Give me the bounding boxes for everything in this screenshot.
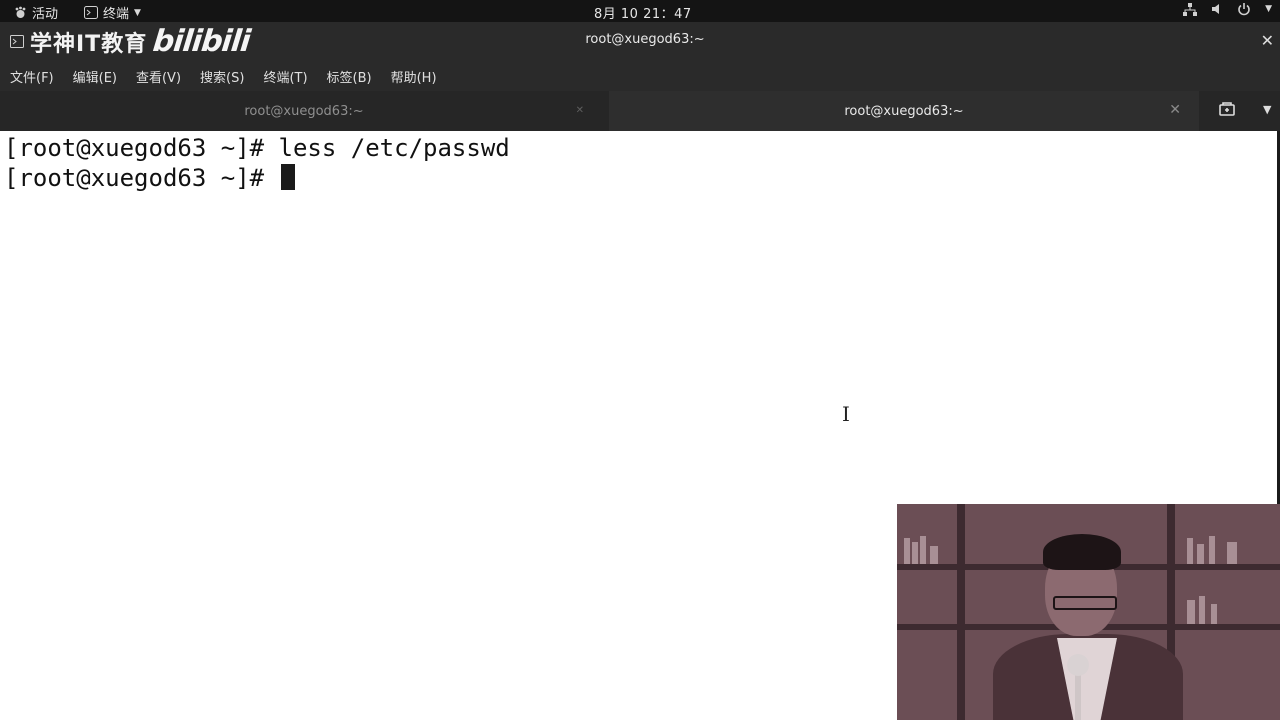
webcam-overlay bbox=[897, 504, 1280, 720]
system-tray[interactable]: ▼ bbox=[1183, 2, 1272, 16]
tab-1[interactable]: root@xuegod63:~ ✕ bbox=[0, 91, 608, 131]
text-cursor bbox=[280, 164, 295, 190]
app-menu-button[interactable]: 终端 ▼ bbox=[84, 3, 141, 22]
chevron-down-icon: ▼ bbox=[134, 7, 141, 18]
close-tab-icon[interactable]: ✕ bbox=[576, 105, 584, 116]
menu-search[interactable]: 搜索(S) bbox=[190, 67, 253, 86]
menu-bar: 文件(F) 编辑(E) 查看(V) 搜索(S) 终端(T) 标签(B) 帮助(H… bbox=[0, 62, 1280, 91]
terminal-line: [root@xuegod63 ~]# less /etc/passwd bbox=[4, 134, 510, 162]
activities-label: 活动 bbox=[32, 7, 59, 22]
ibeam-cursor-icon: I bbox=[842, 402, 850, 426]
activities-button[interactable]: 活动 bbox=[14, 3, 58, 22]
gnome-top-bar: 活动 终端 ▼ 8月 10 21：47 ▼ bbox=[0, 0, 1280, 22]
clock[interactable]: 8月 10 21：47 bbox=[594, 3, 692, 22]
close-window-button[interactable]: ✕ bbox=[1261, 31, 1274, 50]
app-menu-label: 终端 bbox=[103, 7, 130, 22]
tab-2[interactable]: root@xuegod63:~ ✕ bbox=[609, 91, 1199, 133]
chevron-down-icon: ▼ bbox=[1265, 4, 1272, 14]
tab-label: root@xuegod63:~ bbox=[844, 103, 964, 119]
prompt-text: [root@xuegod63 ~]# bbox=[4, 164, 279, 192]
menu-terminal[interactable]: 终端(T) bbox=[253, 67, 316, 86]
window-title: root@xuegod63:~ bbox=[585, 32, 705, 47]
tab-menu-chevron-icon[interactable]: ▼ bbox=[1263, 103, 1271, 116]
microphone-stand bbox=[1075, 674, 1081, 720]
presenter-hair bbox=[1043, 534, 1121, 570]
window-title-bar[interactable]: 学神IT教育 bilibili root@xuegod63:~ ✕ bbox=[0, 22, 1280, 62]
microphone-icon bbox=[1067, 654, 1089, 676]
terminal-prompt-line: [root@xuegod63 ~]# bbox=[4, 163, 295, 193]
menu-file[interactable]: 文件(F) bbox=[0, 67, 63, 86]
menu-help[interactable]: 帮助(H) bbox=[381, 67, 446, 86]
volume-icon bbox=[1211, 3, 1223, 15]
menu-tabs[interactable]: 标签(B) bbox=[317, 67, 381, 86]
terminal-icon bbox=[84, 6, 98, 19]
gnome-foot-icon bbox=[14, 6, 27, 19]
network-icon bbox=[1183, 2, 1198, 16]
close-tab-icon[interactable]: ✕ bbox=[1169, 102, 1181, 118]
new-tab-icon[interactable] bbox=[1219, 102, 1235, 120]
menu-view[interactable]: 查看(V) bbox=[126, 67, 190, 86]
presenter-glasses bbox=[1053, 596, 1117, 610]
tab-label: root@xuegod63:~ bbox=[244, 103, 364, 119]
tab-bar: root@xuegod63:~ ✕ root@xuegod63:~ ✕ ▼ bbox=[0, 91, 1280, 133]
power-icon bbox=[1237, 2, 1251, 16]
menu-edit[interactable]: 编辑(E) bbox=[63, 67, 126, 86]
